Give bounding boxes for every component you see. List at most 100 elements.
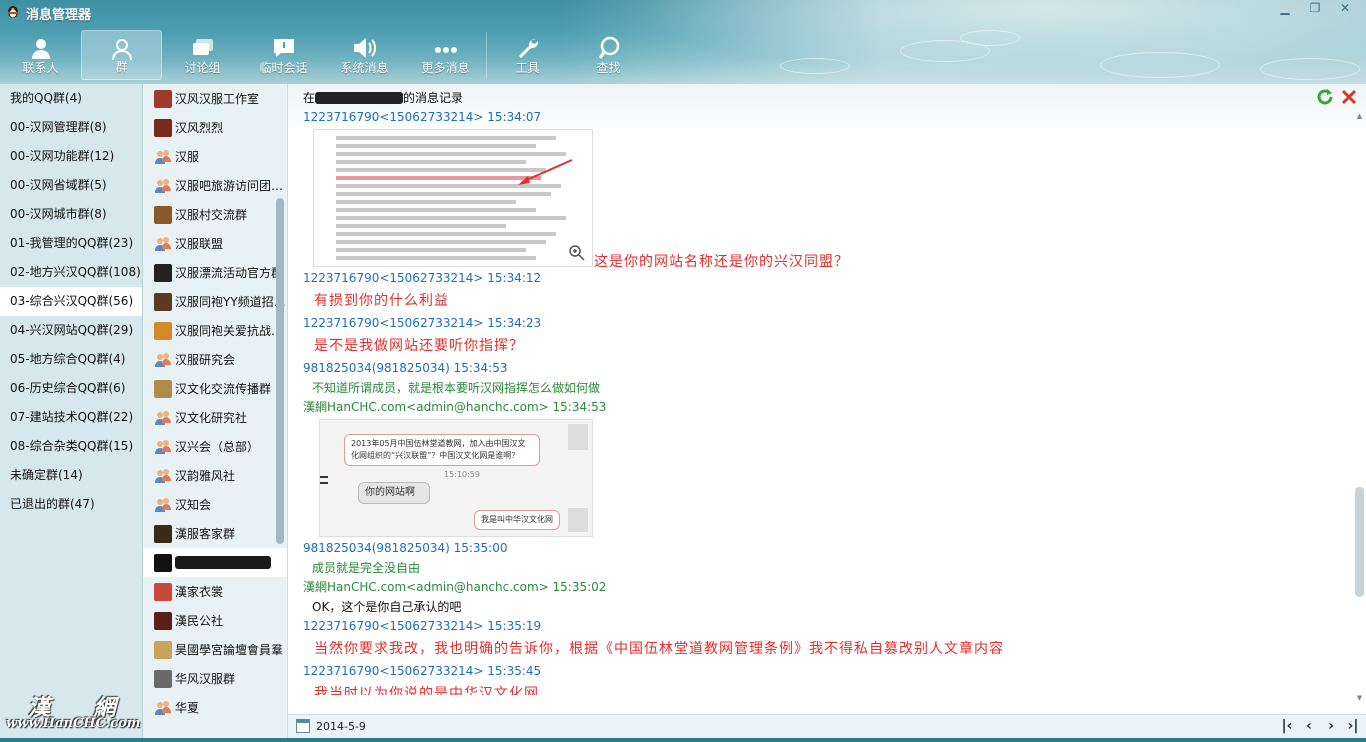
group-item[interactable]: 漢民公社 [143, 606, 287, 635]
close-button[interactable]: ✕ [1332, 0, 1358, 18]
group-item[interactable]: 漢家衣裳 [143, 577, 287, 606]
group-item[interactable]: 汉文化研究社 [143, 403, 287, 432]
group-name: 汉服漂流活动官方群 [175, 266, 284, 280]
screenshot-bubble: 你的网站啊 [358, 482, 430, 504]
window-controls: ▁ ❐ ✕ [1272, 0, 1358, 18]
message-sender: 1223716790<15062733214> 15:35:45 [303, 664, 542, 678]
group-avatar-icon [154, 205, 172, 224]
group-item[interactable]: 汉知会 [143, 490, 287, 519]
tab-groups[interactable]: 群 [81, 30, 162, 80]
tab-search[interactable]: 查找 [568, 30, 649, 80]
minimize-button[interactable]: ▁ [1272, 0, 1298, 18]
chat-screenshot-image[interactable]: 2013年05月中国伍林堂道教网，加入由中国汉文化网组织的“兴汉联盟”？中国汉文… [319, 419, 593, 537]
group-item[interactable]: 昊國學宮論壇會員羣 [143, 635, 287, 664]
message-body: 是不是我做网站还要听你指挥？ [314, 338, 524, 354]
group-name: 漢家衣裳 [175, 585, 224, 599]
group-name: 华风汉服群 [175, 672, 236, 686]
record-title: 在 的消息记录 [303, 90, 1343, 108]
category-item[interactable]: 02-地方兴汉QQ群(108) [0, 258, 142, 287]
group-item[interactable]: 汉服联盟 [143, 229, 287, 258]
message-body: 有损到你的什么利益 [314, 293, 449, 309]
first-page-button[interactable]: |‹ [1278, 716, 1296, 736]
category-item[interactable]: 07-建站技术QQ群(22) [0, 403, 142, 432]
group-name: 漢民公社 [175, 614, 224, 628]
scroll-down-arrow[interactable]: ▼ [1355, 694, 1364, 702]
zoom-icon[interactable] [569, 245, 585, 261]
category-item[interactable]: 08-综合杂类QQ群(15) [0, 432, 142, 461]
screenshot-image[interactable] [313, 129, 593, 267]
category-item-selected[interactable]: 03-综合兴汉QQ群(56) [0, 287, 142, 316]
group-avatar-icon [154, 611, 172, 630]
group-item[interactable]: 汉服吧旅游访问团… [143, 171, 287, 200]
more-icon [434, 47, 457, 53]
group-list-scrollbar[interactable] [276, 198, 284, 544]
category-item[interactable]: 06-历史综合QQ群(6) [0, 374, 142, 403]
category-item[interactable]: 05-地方综合QQ群(4) [0, 345, 142, 374]
group-item[interactable]: 汉文化交流传播群 [143, 374, 287, 403]
group-avatar-icon [154, 524, 172, 543]
category-item[interactable]: 00-汉网城市群(8) [0, 200, 142, 229]
group-avatar-icon [154, 321, 172, 340]
group-people-icon [154, 496, 172, 514]
group-item-selected[interactable] [143, 548, 287, 577]
category-item[interactable]: 00-汉网省域群(5) [0, 171, 142, 200]
group-name: 汉服同袍关爱抗战… [175, 324, 284, 338]
group-item[interactable]: 汉服同袍YY频道招… [143, 287, 287, 316]
restore-button[interactable]: ❐ [1302, 0, 1328, 18]
next-page-button[interactable]: › [1322, 716, 1340, 736]
group-people-icon [154, 235, 172, 253]
record-suffix: 的消息记录 [403, 91, 464, 105]
watermark-url: www.HanCHC.com [6, 716, 141, 731]
message-sender: 1223716790<15062733214> 15:35:19 [303, 619, 542, 633]
message-body: 成员就是完全没自由 [312, 561, 421, 575]
tab-label: 系统消息 [340, 61, 389, 75]
tab-label: 更多消息 [421, 61, 470, 75]
redacted-group-name [175, 556, 271, 569]
group-item[interactable]: 汉服同袍关爱抗战… [143, 316, 287, 345]
tab-discussion[interactable]: 讨论组 [162, 30, 243, 80]
tab-label: 群 [115, 60, 128, 74]
category-item[interactable]: 01-我管理的QQ群(23) [0, 229, 142, 258]
message-sender: 1223716790<15062733214> 15:34:12 [303, 271, 542, 285]
group-item[interactable]: 华夏 [143, 693, 287, 722]
tab-more-messages[interactable]: 更多消息 [405, 30, 486, 80]
group-avatar-icon [154, 263, 172, 282]
group-item[interactable]: 华风汉服群 [143, 664, 287, 693]
group-item[interactable]: 汉兴会（总部） [143, 432, 287, 461]
prev-page-button[interactable]: ‹ [1300, 716, 1318, 736]
group-name: 汉风烈烈 [175, 121, 224, 135]
group-item[interactable]: 汉服村交流群 [143, 200, 287, 229]
calendar-icon[interactable] [296, 719, 310, 733]
category-item[interactable]: 00-汉网功能群(12) [0, 142, 142, 171]
screenshot-bubble: 我是叫中华汉文化网 [474, 510, 560, 530]
group-item[interactable]: 汉风烈烈 [143, 113, 287, 142]
group-avatar-icon [154, 582, 172, 601]
tab-tools[interactable]: 工具 [487, 30, 568, 80]
pager: |‹ ‹ › ›| [1278, 716, 1362, 736]
last-page-button[interactable]: ›| [1344, 716, 1362, 736]
group-item[interactable]: 汉风汉服工作室 [143, 84, 287, 113]
scrollbar-thumb[interactable] [1355, 487, 1364, 597]
group-item[interactable]: 汉服研究会 [143, 345, 287, 374]
category-item[interactable]: 我的QQ群(4) [0, 84, 142, 113]
group-item[interactable]: 汉服漂流活动官方群 [143, 258, 287, 287]
message-list: 在 的消息记录 1223716790<15062733214> 15:34:07 [303, 90, 1343, 710]
group-item[interactable]: 汉服 [143, 142, 287, 171]
category-item[interactable]: 04-兴汉网站QQ群(29) [0, 316, 142, 345]
message-body: 当然你要求我改，我也明确的告诉你，根据《中国伍林堂道教网管理条例》我不得私自篡改… [314, 641, 1004, 657]
redacted-group-name [315, 91, 404, 104]
message-scrollbar[interactable]: ▲ ▼ [1355, 112, 1364, 702]
group-people-icon [154, 699, 172, 717]
category-item[interactable]: 未确定群(14) [0, 461, 142, 490]
speaker-icon [353, 38, 376, 58]
category-item[interactable]: 已退出的群(47) [0, 490, 142, 519]
scroll-up-arrow[interactable]: ▲ [1355, 112, 1364, 120]
group-name: 汉韵雅风社 [175, 469, 236, 483]
tab-label: 讨论组 [184, 61, 221, 75]
tab-system-messages[interactable]: 系统消息 [324, 30, 405, 80]
tab-temp-chat[interactable]: 临时会话 [243, 30, 324, 80]
tab-contacts[interactable]: 联系人 [0, 30, 81, 80]
group-item[interactable]: 汉韵雅风社 [143, 461, 287, 490]
category-item[interactable]: 00-汉网管理群(8) [0, 113, 142, 142]
group-item[interactable]: 漢服客家群 [143, 519, 287, 548]
